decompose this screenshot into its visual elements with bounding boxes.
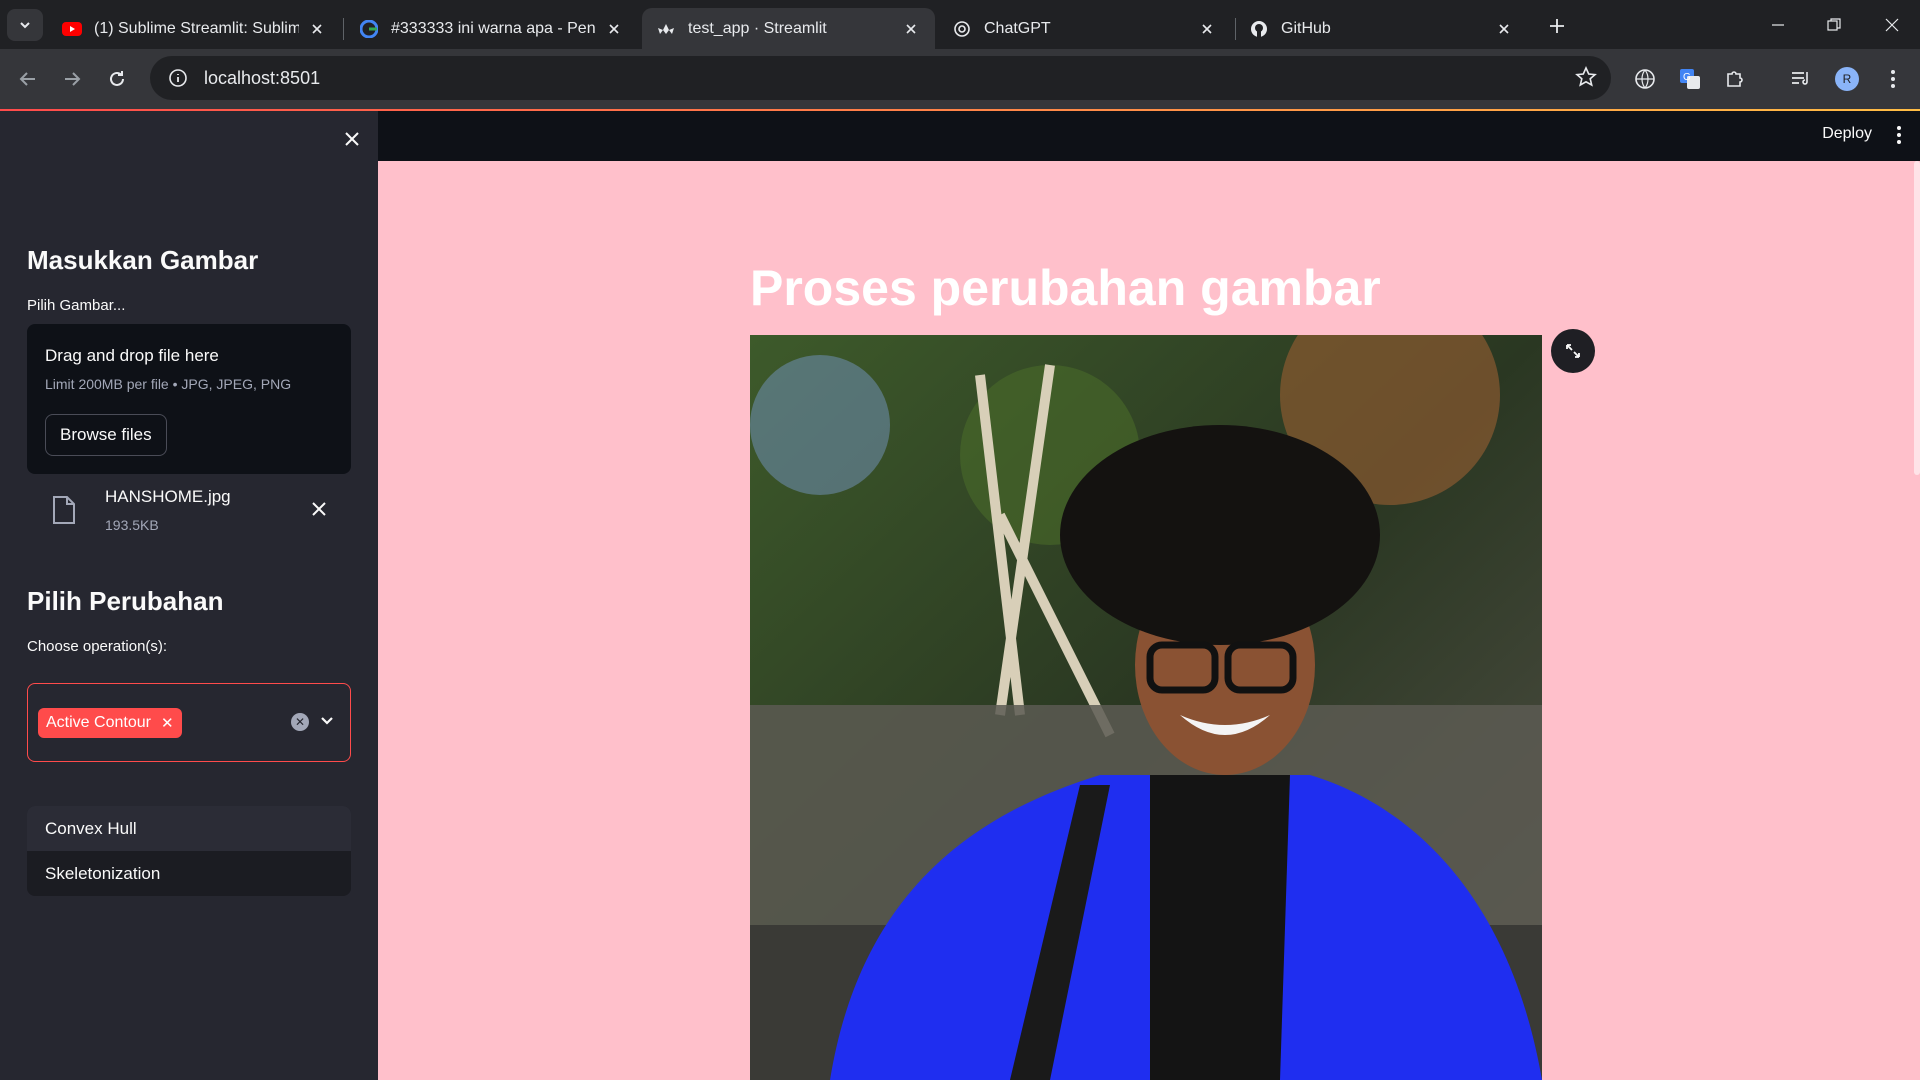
portrait-photo [750,335,1542,1080]
reload-icon [110,71,124,86]
tab-search-button[interactable] [7,9,43,41]
kebab-menu-icon [1891,70,1895,88]
page-title: Proses perubahan gambar [750,260,1381,316]
close-icon[interactable] [307,19,327,39]
clear-all-icon[interactable]: ✕ [291,713,309,731]
reload-button[interactable] [102,64,132,94]
google-translate-button[interactable]: G [1675,64,1705,94]
new-tab-button[interactable] [1543,12,1571,40]
upload-heading: Masukkan Gambar [27,245,259,275]
browser-menu-button[interactable] [1878,64,1908,94]
tab-streamlit[interactable]: test_app · Streamlit [642,8,935,49]
main-menu-button[interactable] [1896,125,1902,150]
uploaded-file-item: HANSHOME.jpg 193.5KB [27,481,351,543]
site-info-icon[interactable] [156,56,200,100]
close-icon [1885,18,1899,31]
deploy-button[interactable]: Deploy [1822,125,1872,143]
minimize-button[interactable] [1750,0,1806,49]
file-icon [51,495,77,530]
file-size: 193.5KB [105,517,159,533]
remove-tag-icon[interactable]: ✕ [161,714,174,732]
streamlit-icon [656,19,676,39]
minimize-icon [1772,23,1784,26]
arrow-right-icon [65,72,81,86]
playlist-icon [1792,72,1808,85]
app-header: Deploy [378,111,1920,161]
globe-icon [1635,69,1655,89]
plus-icon [1550,19,1564,33]
remove-file-button[interactable] [311,501,327,522]
option-convex-hull[interactable]: Convex Hull [27,806,351,851]
restore-button[interactable] [1806,0,1862,49]
tag-label: Active Contour [46,714,151,731]
sidebar: Masukkan Gambar Pilih Gambar... Drag and… [0,111,378,1080]
close-icon[interactable] [1494,19,1514,39]
uploaded-image [750,335,1542,1080]
chatgpt-icon [952,19,972,39]
main-scrollbar[interactable] [1914,161,1920,475]
close-icon[interactable] [604,19,624,39]
expand-icon [1566,344,1580,358]
file-dropzone[interactable]: Drag and drop file here Limit 200MB per … [27,324,351,474]
url-text[interactable]: localhost:8501 [204,68,320,89]
tab-title: test_app · Streamlit [688,19,827,37]
address-bar[interactable]: localhost:8501 [150,56,1611,100]
browser-toolbar: localhost:8501 G R [0,49,1920,109]
sidebar-close-button[interactable] [338,125,366,153]
close-icon [312,502,326,516]
tab-google[interactable]: #333333 ini warna apa - Penelu [345,8,638,49]
kebab-menu-icon [1897,126,1901,144]
forward-button[interactable] [57,64,87,94]
puzzle-icon [1727,71,1743,87]
operations-dropdown-list: Convex Hull Skeletonization [27,806,351,896]
close-icon [345,132,359,146]
google-icon [359,19,379,39]
fullscreen-button[interactable] [1551,329,1595,373]
bookmark-star-icon[interactable] [1575,66,1597,93]
svg-text:G: G [1683,72,1691,83]
avatar: R [1835,67,1859,91]
dropzone-limit: Limit 200MB per file • JPG, JPEG, PNG [45,376,292,392]
browse-files-button[interactable]: Browse files [45,414,167,456]
main-content: Proses perubahan gambar [378,161,1920,1080]
tab-separator [343,18,344,40]
tab-title: (1) Sublime Streamlit: Sublime T [94,19,299,37]
media-controls-button[interactable] [1786,64,1816,94]
tab-github[interactable]: GitHub [1235,8,1528,49]
chevron-down-icon [20,22,30,29]
tab-youtube[interactable]: (1) Sublime Streamlit: Sublime T [48,8,341,49]
close-icon[interactable] [1197,19,1217,39]
selected-tag-active-contour[interactable]: Active Contour ✕ [38,708,182,738]
restore-icon [1827,17,1841,31]
tab-chatgpt[interactable]: ChatGPT [938,8,1231,49]
window-close-button[interactable] [1864,0,1920,49]
tab-title: ChatGPT [984,19,1051,37]
profile-button[interactable]: R [1832,64,1862,94]
option-skeletonization[interactable]: Skeletonization [27,851,351,896]
github-icon [1249,19,1269,39]
tab-title: #333333 ini warna apa - Penelu [391,19,596,37]
operations-label: Choose operation(s): [27,638,168,655]
close-icon[interactable] [901,19,921,39]
tab-title: GitHub [1281,19,1331,37]
arrow-left-icon [19,72,35,86]
extension-globe-button[interactable] [1630,64,1660,94]
operations-heading: Pilih Perubahan [27,586,224,616]
back-button[interactable] [13,64,43,94]
translate-icon: G [1680,69,1700,89]
youtube-icon [62,19,82,39]
extensions-button[interactable] [1720,64,1750,94]
operations-multiselect[interactable]: Active Contour ✕ ✕ [27,683,351,762]
upload-label: Pilih Gambar... [27,297,126,314]
browser-tab-bar: (1) Sublime Streamlit: Sublime T #333333… [0,0,1920,49]
chevron-down-icon[interactable] [319,712,335,733]
file-name: HANSHOME.jpg [105,487,231,506]
dropzone-title: Drag and drop file here [45,346,219,365]
